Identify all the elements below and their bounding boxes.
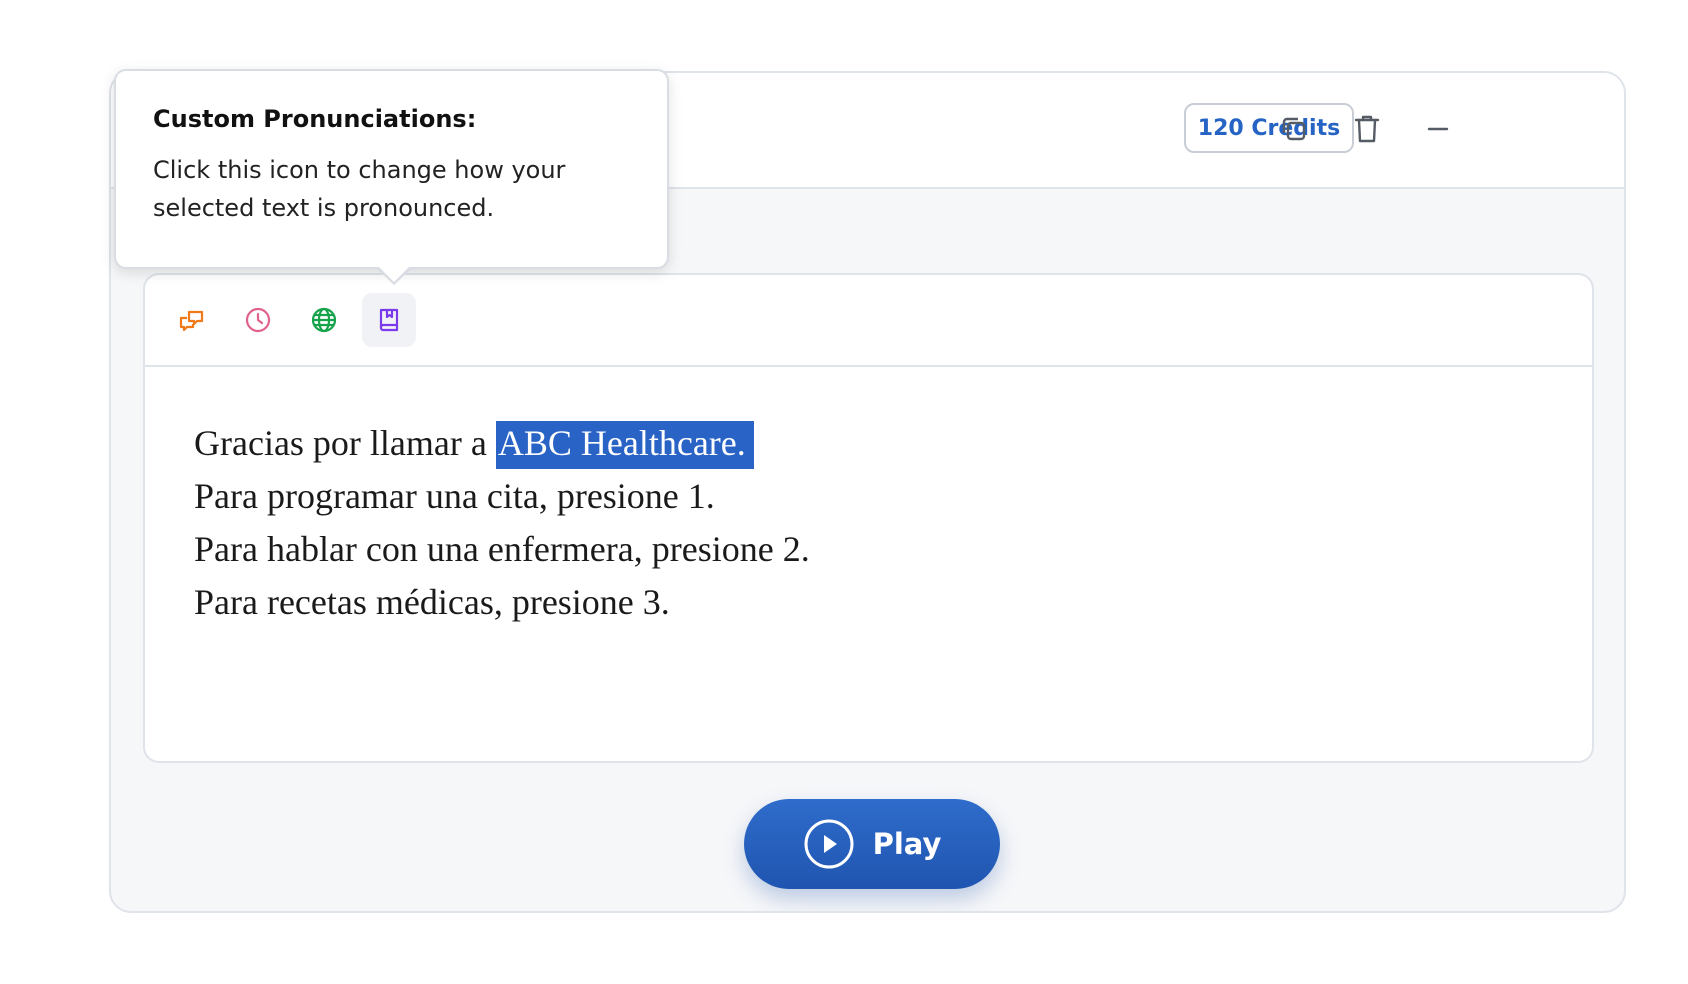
duplicate-icon[interactable] — [1274, 109, 1314, 149]
tooltip-body: Click this icon to change how your selec… — [153, 156, 566, 222]
globe-icon[interactable] — [297, 293, 351, 347]
script-line: Gracias por llamar a ABC Healthcare. — [194, 417, 810, 470]
conversation-icon[interactable] — [165, 293, 219, 347]
tooltip-title: Custom Pronunciations: — [153, 105, 477, 133]
pronunciation-tooltip: Custom Pronunciations: Click this icon t… — [114, 69, 669, 285]
script-line: Para programar una cita, presione 1. — [194, 476, 715, 516]
play-button-label: Play — [872, 827, 942, 861]
tooltip-arrow — [375, 265, 413, 285]
clock-icon[interactable] — [231, 293, 285, 347]
play-circle-icon — [804, 819, 854, 869]
minus-icon[interactable] — [1418, 109, 1458, 149]
trash-icon[interactable] — [1347, 109, 1387, 149]
script-line-text: Gracias por llamar a — [194, 423, 496, 463]
editor-toolbar — [145, 275, 1592, 367]
play-button[interactable]: Play — [744, 799, 1000, 889]
script-editor: Gracias por llamar a ABC Healthcare. Par… — [143, 273, 1594, 763]
script-line: Para recetas médicas, presione 3. — [194, 582, 670, 622]
script-line: Para hablar con una enfermera, presione … — [194, 529, 810, 569]
book-icon[interactable] — [362, 293, 416, 347]
script-text[interactable]: Gracias por llamar a ABC Healthcare. Par… — [194, 417, 810, 629]
selected-text[interactable]: ABC Healthcare. — [495, 421, 754, 469]
credits-badge: 120 Credits — [1184, 103, 1354, 153]
